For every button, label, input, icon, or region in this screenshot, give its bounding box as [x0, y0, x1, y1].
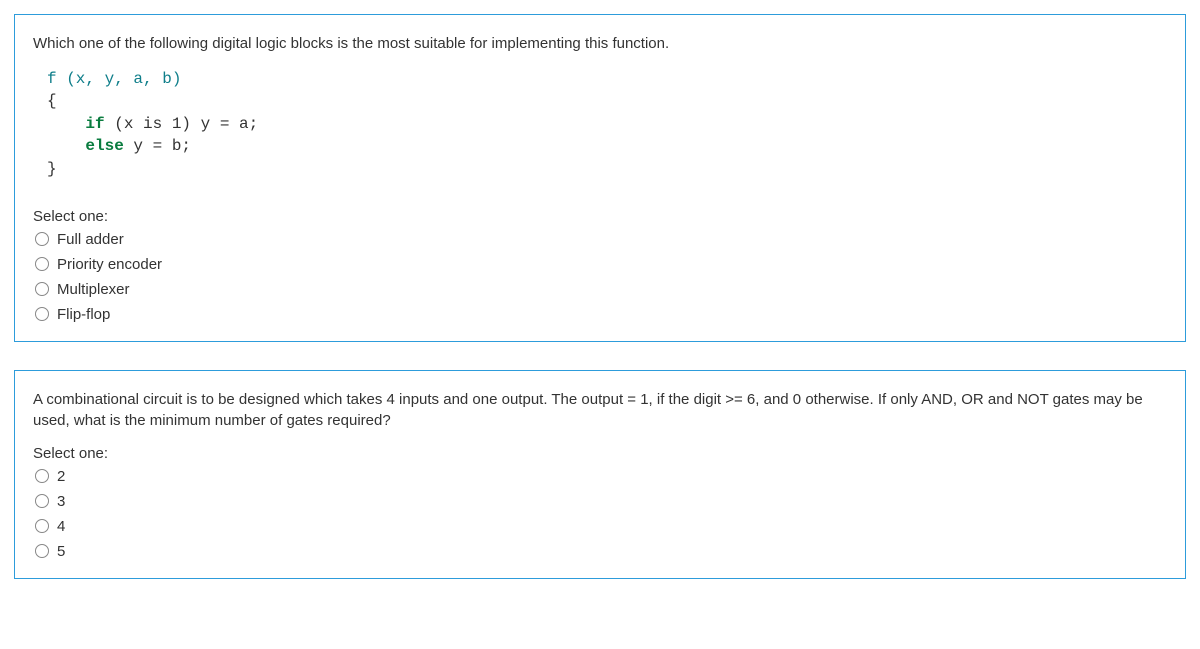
option-full-adder[interactable]: Full adder — [35, 231, 1167, 248]
option-label: 2 — [57, 468, 65, 485]
radio-icon — [35, 257, 49, 271]
option-label: Multiplexer — [57, 281, 130, 298]
option-4[interactable]: 4 — [35, 518, 1167, 535]
radio-icon — [35, 519, 49, 533]
option-label: Priority encoder — [57, 256, 162, 273]
option-2[interactable]: 2 — [35, 468, 1167, 485]
option-label: 5 — [57, 543, 65, 560]
option-5[interactable]: 5 — [35, 543, 1167, 560]
question-prompt: A combinational circuit is to be designe… — [33, 389, 1167, 431]
radio-icon — [35, 307, 49, 321]
question-box-1: Which one of the following digital logic… — [14, 14, 1186, 342]
option-flip-flop[interactable]: Flip-flop — [35, 306, 1167, 323]
question-box-2: A combinational circuit is to be designe… — [14, 370, 1186, 579]
options-list-2: 2 3 4 5 — [35, 468, 1167, 560]
code-keyword-if: if — [85, 115, 104, 133]
code-keyword-else: else — [85, 137, 123, 155]
question-prompt: Which one of the following digital logic… — [33, 33, 1167, 54]
code-line3-rest: (x is 1) y = a; — [105, 115, 259, 133]
radio-icon — [35, 544, 49, 558]
option-label: 4 — [57, 518, 65, 535]
code-brace-open: { — [47, 92, 57, 110]
code-block: f (x, y, a, b) { if (x is 1) y = a; else… — [47, 68, 1167, 180]
code-line4-rest: y = b; — [124, 137, 191, 155]
select-one-label: Select one: — [33, 445, 1167, 462]
option-priority-encoder[interactable]: Priority encoder — [35, 256, 1167, 273]
option-3[interactable]: 3 — [35, 493, 1167, 510]
option-label: Full adder — [57, 231, 124, 248]
radio-icon — [35, 469, 49, 483]
option-label: 3 — [57, 493, 65, 510]
option-label: Flip-flop — [57, 306, 110, 323]
radio-icon — [35, 232, 49, 246]
option-multiplexer[interactable]: Multiplexer — [35, 281, 1167, 298]
code-signature: f (x, y, a, b) — [47, 70, 181, 88]
options-list-1: Full adder Priority encoder Multiplexer … — [35, 231, 1167, 323]
radio-icon — [35, 494, 49, 508]
select-one-label: Select one: — [33, 208, 1167, 225]
code-brace-close: } — [47, 160, 57, 178]
radio-icon — [35, 282, 49, 296]
